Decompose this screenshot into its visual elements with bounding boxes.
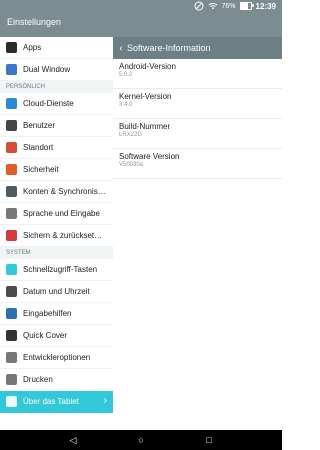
- battery-percent: 76%: [221, 2, 236, 10]
- settings-item[interactable]: Sichern & zurückset…: [0, 225, 113, 247]
- settings-item-label: Cloud-Dienste: [23, 99, 74, 108]
- settings-item[interactable]: Sicherheit: [0, 159, 113, 181]
- settings-list: Apps Dual Window PERSÖNLICH Cloud-Dienste Be…: [0, 37, 113, 413]
- cover-icon: [6, 330, 17, 341]
- settings-item[interactable]: Entwickleroptionen: [0, 347, 113, 369]
- chevron-right-icon: ›: [103, 395, 107, 406]
- settings-item[interactable]: Über das Tablet ›: [0, 391, 113, 413]
- back-chevron-icon[interactable]: ‹: [115, 43, 127, 54]
- print-icon: [6, 374, 17, 385]
- settings-item-label: Quick Cover: [23, 331, 68, 340]
- settings-item-label: Schnellzugriff-Tasten: [23, 265, 98, 274]
- info-item: Kernel-Version 3.4.0: [113, 89, 282, 119]
- app-title: Einstellungen: [7, 17, 62, 27]
- settings-item[interactable]: Schnellzugriff-Tasten: [0, 259, 113, 281]
- developer-icon: [6, 352, 17, 363]
- settings-item-label: Konten & Synchronis…: [23, 187, 106, 196]
- info-value: 5.0.2: [119, 72, 133, 78]
- clock: 12:39: [255, 1, 276, 11]
- battery-icon: [239, 2, 254, 10]
- nav-recent-icon[interactable]: □: [203, 434, 215, 446]
- shortcut-icon: [6, 264, 17, 275]
- settings-item-label: Entwickleroptionen: [23, 353, 91, 362]
- settings-item-label: Drucken: [23, 375, 53, 384]
- settings-item[interactable]: Cloud-Dienste: [0, 93, 113, 115]
- settings-item[interactable]: Quick Cover: [0, 325, 113, 347]
- nav-back-icon[interactable]: ◁: [67, 434, 79, 446]
- dual-window-icon: [6, 64, 17, 75]
- status-icons: 76% 12:39: [194, 1, 276, 11]
- settings-item-label: Sicherheit: [23, 165, 59, 174]
- info-item: Build-Nummer LRX22G: [113, 119, 282, 149]
- info-item: Android-Version 5.0.2: [113, 59, 282, 89]
- info-value: 3.4.0: [119, 102, 133, 108]
- user-icon: [6, 120, 17, 131]
- software-info-list: Android-Version 5.0.2 Kernel-Version 3.4.0 B…: [113, 59, 282, 179]
- info-title: Kernel-Version: [119, 92, 172, 101]
- tablet-icon: [6, 396, 17, 407]
- settings-item-label: Datum und Uhrzeit: [23, 287, 90, 296]
- settings-item-label: Eingabehilfen: [23, 309, 72, 318]
- settings-item[interactable]: Standort: [0, 137, 113, 159]
- clock-icon: [6, 286, 17, 297]
- keyboard-icon: [6, 208, 17, 219]
- nav-home-icon[interactable]: ○: [135, 434, 147, 446]
- settings-item[interactable]: Konten & Synchronis…: [0, 181, 113, 203]
- backup-icon: [6, 230, 17, 241]
- navigation-bar: ◁ ○ □: [0, 430, 282, 450]
- detail-pane: Android-Version 5.0.2 Kernel-Version 3.4.0 B…: [113, 59, 282, 430]
- info-title: Software Version: [119, 152, 180, 161]
- settings-item-label: Sichern & zurückset…: [23, 231, 103, 240]
- settings-item[interactable]: Apps: [0, 37, 113, 59]
- detail-header: ‹ Software-Information: [113, 37, 282, 59]
- accessibility-icon: [6, 308, 17, 319]
- apps-icon: [6, 42, 17, 53]
- top-app-bar: 76% 12:39 Einstellungen: [0, 0, 282, 37]
- section-header: SYSTEM: [0, 247, 113, 259]
- settings-item[interactable]: Benutzer: [0, 115, 113, 137]
- settings-item-label: Über das Tablet: [23, 397, 79, 406]
- info-value: V50030a: [119, 162, 144, 168]
- settings-item-label: Apps: [23, 43, 42, 52]
- detail-title: Software-Information: [127, 43, 211, 53]
- settings-sidebar: Apps Dual Window PERSÖNLICH Cloud-Dienste Be…: [0, 37, 114, 430]
- info-title: Build-Nummer: [119, 122, 171, 131]
- location-icon: [6, 142, 17, 153]
- info-item: Software Version V50030a: [113, 149, 282, 179]
- cloud-icon: [6, 98, 17, 109]
- settings-item-label: Benutzer: [23, 121, 56, 130]
- status-bar: 76% 12:39: [0, 0, 282, 12]
- info-value: LRX22G: [119, 132, 143, 138]
- no-sound-icon: [194, 1, 204, 11]
- settings-item[interactable]: Drucken: [0, 369, 113, 391]
- settings-item-label: Dual Window: [23, 65, 71, 74]
- sync-icon: [6, 186, 17, 197]
- settings-item[interactable]: Datum und Uhrzeit: [0, 281, 113, 303]
- settings-item-label: Sprache und Eingabe: [23, 209, 100, 218]
- settings-item[interactable]: Eingabehilfen: [0, 303, 113, 325]
- info-title: Android-Version: [119, 62, 176, 71]
- settings-item[interactable]: Dual Window: [0, 59, 113, 81]
- lock-icon: [6, 164, 17, 175]
- wifi-icon: [208, 1, 218, 11]
- section-header: PERSÖNLICH: [0, 81, 113, 93]
- settings-item-label: Standort: [23, 143, 54, 152]
- settings-item[interactable]: Sprache und Eingabe: [0, 203, 113, 225]
